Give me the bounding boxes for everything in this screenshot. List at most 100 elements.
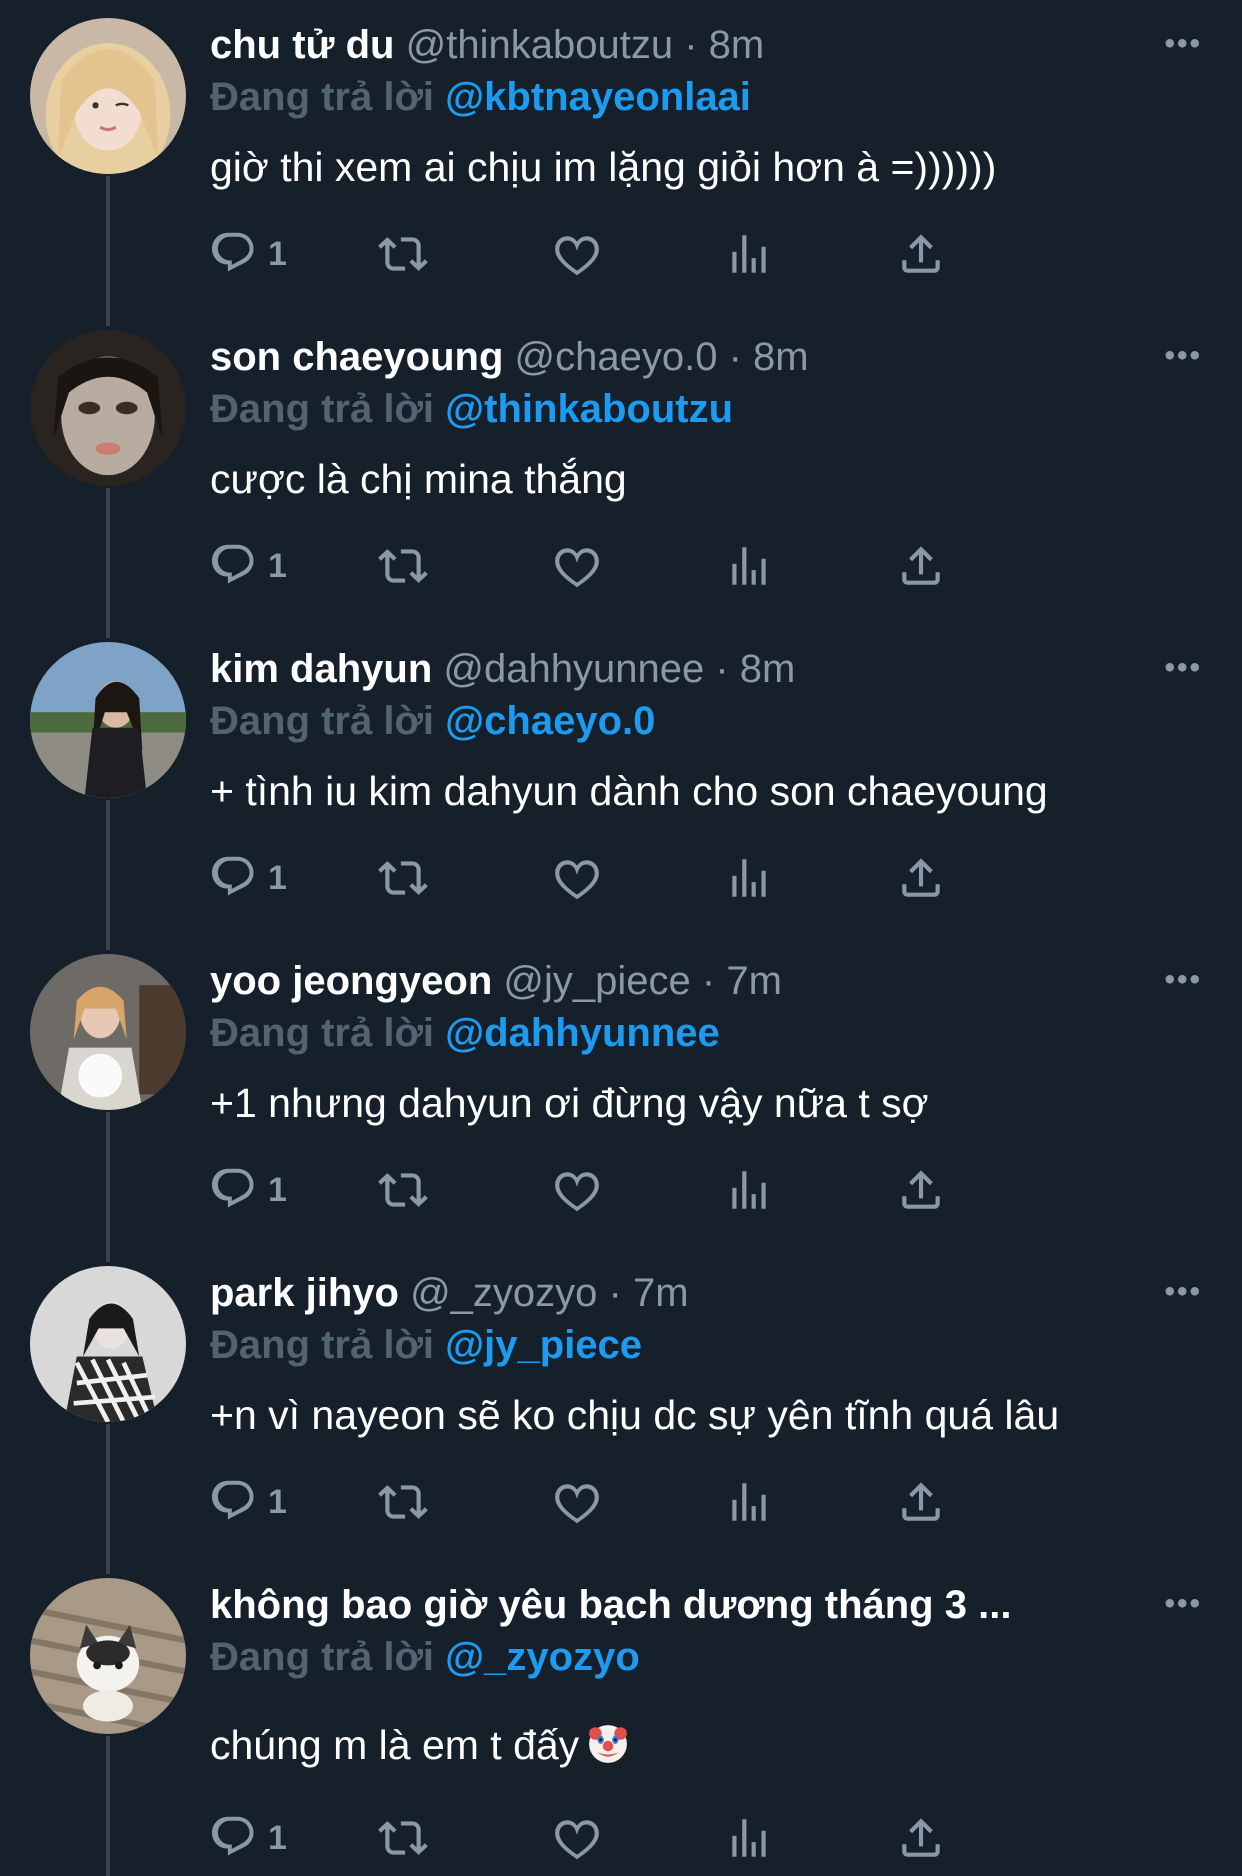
timestamp[interactable]: 8m bbox=[753, 335, 809, 379]
tweet[interactable]: kim dahyun @dahhyunnee · 8m ••• Đang trả… bbox=[0, 624, 1242, 936]
views-icon bbox=[732, 235, 766, 273]
tweet-header: park jihyo @_zyozyo · 7m bbox=[210, 1268, 1092, 1318]
share-button[interactable] bbox=[896, 1474, 946, 1530]
separator-dot: · bbox=[701, 959, 716, 1003]
replying-to: Đang trả lời @thinkaboutzu bbox=[210, 384, 733, 434]
retweet-button[interactable] bbox=[378, 1474, 428, 1530]
more-options-icon[interactable]: ••• bbox=[1164, 26, 1202, 62]
views-icon bbox=[732, 1819, 766, 1857]
replying-to-handle[interactable]: @kbtnayeonlaai bbox=[445, 75, 751, 119]
like-button[interactable] bbox=[552, 850, 602, 906]
avatar[interactable] bbox=[30, 1266, 186, 1422]
views-button[interactable] bbox=[724, 1810, 774, 1866]
timestamp[interactable]: 7m bbox=[633, 1271, 689, 1315]
views-button[interactable] bbox=[724, 1162, 774, 1218]
share-button[interactable] bbox=[896, 226, 946, 282]
share-button[interactable] bbox=[896, 538, 946, 594]
user-handle[interactable]: @thinkaboutzu bbox=[406, 23, 673, 67]
tweet[interactable]: chu tử du @thinkaboutzu · 8m ••• Đang tr… bbox=[0, 0, 1242, 312]
separator-dot: · bbox=[608, 1271, 622, 1315]
timestamp[interactable]: 8m bbox=[709, 23, 765, 67]
display-name[interactable]: son chaeyoung bbox=[210, 335, 503, 379]
display-name[interactable]: yoo jeongyeon bbox=[210, 959, 492, 1003]
like-button[interactable] bbox=[552, 226, 602, 282]
user-handle[interactable]: @chaeyo.0 bbox=[515, 335, 718, 379]
retweet-button[interactable] bbox=[378, 850, 428, 906]
replying-to-handle[interactable]: @dahhyunnee bbox=[445, 1011, 720, 1055]
reply-icon bbox=[211, 232, 254, 272]
replying-to-handle[interactable]: @thinkaboutzu bbox=[445, 387, 733, 431]
tweet[interactable]: yoo jeongyeon @jy_piece · 7m ••• Đang tr… bbox=[0, 936, 1242, 1248]
tweet[interactable]: park jihyo @_zyozyo · 7m ••• Đang trả lờ… bbox=[0, 1248, 1242, 1560]
tweet-text: + tình iu kim dahyun dành cho son chaeyo… bbox=[210, 768, 1048, 814]
avatar[interactable] bbox=[30, 954, 186, 1110]
avatar[interactable] bbox=[30, 642, 186, 798]
display-name[interactable]: không bao giờ yêu bạch dương tháng 3 ... bbox=[210, 1583, 1011, 1627]
views-button[interactable] bbox=[724, 226, 774, 282]
reply-count: 1 bbox=[268, 1170, 287, 1209]
like-icon bbox=[555, 548, 599, 588]
tweet-actions: 1 bbox=[210, 850, 1090, 906]
reply-button[interactable]: 1 bbox=[210, 850, 287, 906]
views-button[interactable] bbox=[724, 538, 774, 594]
timestamp[interactable]: 8m bbox=[740, 647, 796, 691]
retweet-button[interactable] bbox=[378, 1810, 428, 1866]
tweet[interactable]: son chaeyoung @chaeyo.0 · 8m ••• Đang tr… bbox=[0, 312, 1242, 624]
more-options-icon[interactable]: ••• bbox=[1164, 338, 1202, 374]
reply-icon bbox=[211, 1816, 254, 1856]
replying-to-label: Đang trả lời bbox=[210, 1635, 435, 1679]
share-icon bbox=[902, 234, 940, 273]
more-options-icon[interactable]: ••• bbox=[1164, 650, 1202, 686]
display-name[interactable]: kim dahyun bbox=[210, 647, 432, 691]
reply-button[interactable]: 1 bbox=[210, 538, 287, 594]
replying-to-handle[interactable]: @chaeyo.0 bbox=[445, 699, 655, 743]
clown-face-emoji bbox=[589, 1725, 628, 1763]
more-options-icon[interactable]: ••• bbox=[1164, 962, 1202, 998]
tweet-text: +1 nhưng dahyun ơi đừng vậy nữa t sợ bbox=[210, 1080, 929, 1126]
views-button[interactable] bbox=[724, 1474, 774, 1530]
tweet[interactable]: không bao giờ yêu bạch dương tháng 3 ...… bbox=[0, 1560, 1242, 1872]
user-handle[interactable]: @_zyozyo bbox=[410, 1271, 597, 1315]
display-name[interactable]: chu tử du bbox=[210, 23, 395, 67]
share-icon bbox=[902, 546, 940, 585]
share-button[interactable] bbox=[896, 1810, 946, 1866]
retweet-button[interactable] bbox=[378, 226, 428, 282]
replying-to-label: Đang trả lời bbox=[210, 1011, 435, 1055]
share-button[interactable] bbox=[896, 850, 946, 906]
views-button[interactable] bbox=[724, 850, 774, 906]
like-button[interactable] bbox=[552, 1810, 602, 1866]
reply-button[interactable]: 1 bbox=[210, 1810, 287, 1866]
reply-button[interactable]: 1 bbox=[210, 1474, 287, 1530]
replying-to-label: Đang trả lời bbox=[210, 75, 435, 119]
timestamp[interactable]: 7m bbox=[726, 959, 782, 1003]
replying-to-handle[interactable]: @jy_piece bbox=[445, 1323, 642, 1367]
reply-button[interactable]: 1 bbox=[210, 226, 287, 282]
user-handle[interactable]: @jy_piece bbox=[503, 959, 690, 1003]
display-name[interactable]: park jihyo bbox=[210, 1271, 399, 1315]
retweet-icon bbox=[378, 1173, 428, 1207]
replying-to-handle[interactable]: @_zyozyo bbox=[445, 1635, 640, 1679]
replying-to: Đang trả lời @jy_piece bbox=[210, 1320, 642, 1370]
user-handle[interactable]: @dahhyunnee bbox=[443, 647, 704, 691]
retweet-button[interactable] bbox=[378, 538, 428, 594]
retweet-button[interactable] bbox=[378, 1162, 428, 1218]
views-icon bbox=[732, 547, 766, 585]
retweet-icon bbox=[378, 1485, 428, 1519]
reply-count: 1 bbox=[268, 1482, 287, 1521]
avatar[interactable] bbox=[30, 18, 186, 174]
views-icon bbox=[732, 1483, 766, 1521]
like-button[interactable] bbox=[552, 538, 602, 594]
reply-icon bbox=[211, 1480, 254, 1520]
share-button[interactable] bbox=[896, 1162, 946, 1218]
reply-icon bbox=[211, 856, 254, 896]
more-options-icon[interactable]: ••• bbox=[1164, 1586, 1202, 1622]
avatar[interactable] bbox=[30, 1578, 186, 1734]
reply-button[interactable]: 1 bbox=[210, 1162, 287, 1218]
like-icon bbox=[555, 1484, 599, 1524]
tweet-header: son chaeyoung @chaeyo.0 · 8m bbox=[210, 332, 1092, 382]
like-icon bbox=[555, 1820, 599, 1860]
more-options-icon[interactable]: ••• bbox=[1164, 1274, 1202, 1310]
avatar[interactable] bbox=[30, 330, 186, 486]
like-button[interactable] bbox=[552, 1474, 602, 1530]
like-button[interactable] bbox=[552, 1162, 602, 1218]
